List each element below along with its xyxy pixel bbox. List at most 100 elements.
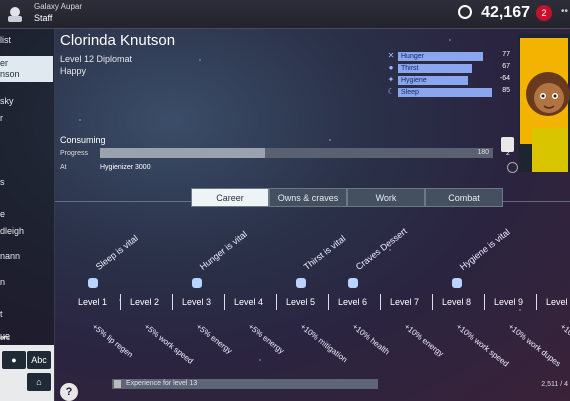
level-separator — [432, 294, 433, 310]
menu-icon[interactable]: •• — [561, 6, 568, 17]
level-separator — [276, 294, 277, 310]
help-character-icon[interactable]: ? — [60, 383, 78, 401]
duplicant-list-sidebar: er nson list sky r s e dleigh nann n t u… — [0, 29, 55, 401]
credits-amount: 42,167 — [481, 4, 530, 21]
sidebar-selected-item[interactable]: er nson — [0, 56, 53, 82]
tab-owns-craves[interactable]: Owns & craves — [269, 188, 347, 207]
tab-career[interactable]: Career — [191, 188, 269, 207]
level-label: Level 9 — [494, 297, 524, 307]
magnify-icon[interactable] — [507, 162, 518, 173]
needs-stats-panel: ✕ Hunger 77 ● Thirst 67 ✦ Hygiene -64 ☾ Sleep 85 — [386, 51, 516, 99]
level-label: Level 6 — [338, 297, 368, 307]
duplicant-name: Clorinda Knutson — [60, 32, 176, 49]
level-separator — [484, 294, 485, 310]
sort-icon-button[interactable]: ● — [2, 351, 26, 369]
sidebar-item[interactable]: e — [0, 209, 5, 219]
sidebar-item-label: nson — [0, 69, 20, 79]
hunger-perk-icon — [192, 278, 202, 288]
colony-name: Galaxy Aupar — [34, 2, 83, 11]
level-bonus: +10% work dupes — [506, 322, 563, 369]
hunger-icon: ✕ — [387, 51, 395, 60]
colony-logo-icon — [8, 7, 22, 22]
thirst-perk-icon — [296, 278, 306, 288]
level-separator — [224, 294, 225, 310]
perk-label: Craves Dessert — [353, 225, 409, 272]
level-bonus: +5% energy — [194, 322, 234, 356]
level-label: Level 1 — [546, 297, 570, 307]
experience-label: Experience for level 13 — [126, 380, 198, 387]
sidebar-item[interactable]: s — [0, 177, 5, 187]
level-label: Level 4 — [234, 297, 264, 307]
experience-value: 2,511 / 4 — [541, 381, 568, 388]
dessert-perk-icon — [348, 278, 358, 288]
duplicant-role: Level 12 Diplomat — [60, 54, 133, 64]
duplicant-mood: Happy — [60, 66, 87, 76]
stat-label: Thirst — [401, 65, 419, 72]
sidebar-item[interactable]: nann — [0, 251, 20, 261]
progress-label: Progress — [60, 150, 89, 157]
duplicant-portrait — [518, 34, 570, 172]
level-label: Level 7 — [390, 297, 420, 307]
hygiene-perk-icon — [452, 278, 462, 288]
consuming-label: Consuming — [60, 135, 106, 145]
level-label: Level 3 — [182, 297, 212, 307]
sidebar-item[interactable]: dleigh — [0, 226, 24, 236]
top-bar: Galaxy Aupar Staff 42,167 2 •• — [0, 0, 570, 29]
credits-icon — [458, 5, 472, 19]
sleep-icon: ☾ — [387, 87, 395, 96]
perk-label: Hunger is vital — [197, 229, 249, 272]
sidebar-category-label: ers — [0, 335, 10, 342]
tab-bar: Career Owns & craves Work Combat — [191, 188, 503, 207]
level-label: Level 8 — [442, 297, 472, 307]
stat-row: ✕ Hunger 77 — [386, 51, 516, 62]
building-icon-button[interactable]: ⌂ — [27, 373, 51, 391]
experience-icon — [114, 380, 121, 388]
level-label: Level 1 — [78, 297, 108, 307]
notification-badge[interactable]: 2 — [536, 5, 552, 21]
level-bonus: +5% work speed — [142, 322, 195, 366]
experience-bar: Experience for level 13 — [112, 379, 378, 389]
stat-value: 77 — [502, 51, 510, 58]
level-separator — [172, 294, 173, 310]
hygiene-icon: ✦ — [387, 75, 395, 84]
sidebar-item-list[interactable]: list — [0, 35, 11, 45]
sidebar-item-label: er — [0, 58, 9, 68]
at-label: At — [60, 164, 67, 171]
sidebar-item[interactable]: n — [0, 277, 5, 287]
level-separator — [120, 294, 121, 310]
level-separator — [380, 294, 381, 310]
level-separator — [536, 294, 537, 310]
stat-value: 67 — [502, 63, 510, 70]
level-label: Level 2 — [130, 297, 160, 307]
stat-row: ☾ Sleep 85 — [386, 87, 516, 98]
food-count: 2 — [506, 150, 510, 157]
at-location-value: Hygienizer 3000 — [100, 164, 151, 171]
level-bonus: +5% lip regen — [90, 322, 135, 360]
sort-abc-button[interactable]: Abc — [27, 351, 51, 369]
colony-subtitle: Staff — [34, 13, 53, 23]
stat-bar: Sleep — [398, 88, 492, 97]
perk-label: Thirst is vital — [301, 233, 348, 272]
level-row: Level 1 Level 2 Level 3 Level 4 Level 5 Level… — [70, 294, 570, 311]
level-label: Level 5 — [286, 297, 316, 307]
stat-row: ● Thirst 67 — [386, 63, 516, 74]
level-bonus: +10% mitigation — [298, 322, 350, 365]
sleep-perk-icon — [88, 278, 98, 288]
level-separator — [328, 294, 329, 310]
consuming-progress-bar: 180 — [100, 148, 493, 158]
stat-value: -64 — [499, 75, 510, 82]
stat-bar: Thirst — [398, 64, 472, 73]
thirst-icon: ● — [388, 63, 394, 72]
tab-work[interactable]: Work — [347, 188, 425, 207]
level-bonus: +5% energy — [246, 322, 286, 356]
tab-combat[interactable]: Combat — [425, 188, 503, 207]
level-bonus: +10% health — [350, 322, 392, 357]
sidebar-item[interactable]: t — [0, 309, 3, 319]
sidebar-item[interactable]: sky — [0, 96, 14, 106]
level-bonus: +10% work speed — [454, 322, 511, 369]
sidebar-item[interactable]: r — [0, 113, 3, 123]
stat-bar: Hunger — [398, 52, 483, 61]
progress-value: 180 — [477, 149, 489, 156]
perk-label: Sleep is vital — [93, 233, 140, 272]
stat-label: Sleep — [401, 89, 419, 96]
